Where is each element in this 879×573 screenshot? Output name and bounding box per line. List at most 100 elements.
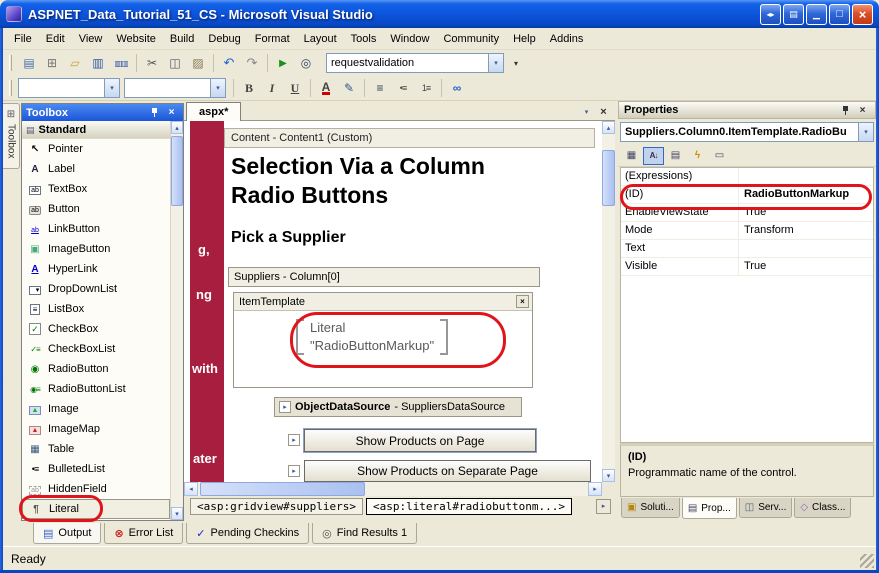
scroll-left-icon[interactable]	[184, 482, 198, 496]
tab-class-view[interactable]: Class...	[794, 498, 851, 518]
resize-grip[interactable]	[860, 554, 874, 568]
combo-dropdown-icon[interactable]	[488, 54, 503, 72]
combo-dropdown-icon[interactable]	[210, 79, 225, 97]
design-surface[interactable]: g, ng with ater Content - Content1 (Cust…	[184, 121, 602, 482]
close-icon[interactable]	[852, 4, 873, 25]
window-nav-icon[interactable]	[760, 4, 781, 25]
numbered-list-icon[interactable]	[415, 77, 437, 99]
tab-server-explorer[interactable]: Serv...	[739, 498, 793, 518]
gridview-column-header[interactable]: Suppliers - Column[0]	[228, 267, 540, 287]
menu-website[interactable]: Website	[109, 30, 163, 48]
scrollbar-thumb[interactable]	[200, 482, 365, 496]
toolbox-item-linkbutton[interactable]: LinkButton	[22, 219, 170, 239]
undo-icon[interactable]	[218, 52, 240, 74]
toolbox-scrollbar[interactable]	[170, 121, 183, 520]
scroll-right-icon[interactable]	[588, 482, 602, 496]
tab-solution-explorer[interactable]: Soluti...	[621, 498, 680, 518]
close-icon[interactable]	[855, 104, 870, 117]
redo-icon[interactable]	[241, 52, 263, 74]
itemtemplate-header[interactable]: ItemTemplate	[234, 293, 532, 311]
object-selector-combo[interactable]: Suppliers.Column0.ItemTemplate.RadioBu	[620, 122, 874, 142]
toolbox-item-table[interactable]: Table	[22, 439, 170, 459]
target-schema-combo[interactable]	[18, 78, 120, 98]
paste-icon[interactable]	[187, 52, 209, 74]
design-horizontal-scrollbar[interactable]	[184, 482, 602, 496]
objectdatasource-control[interactable]: ObjectDataSource - SuppliersDataSource	[274, 397, 522, 417]
menu-window[interactable]: Window	[383, 30, 436, 48]
properties-view-icon[interactable]	[665, 147, 686, 165]
scroll-up-icon[interactable]	[171, 121, 183, 134]
toolbox-item-literal[interactable]: Literal	[22, 499, 170, 519]
close-icon[interactable]	[164, 106, 179, 119]
scrollbar-thumb[interactable]	[171, 136, 183, 206]
property-row-mode[interactable]: Mode Transform	[621, 222, 873, 240]
font-color-icon[interactable]	[315, 77, 337, 99]
toolbox-item-image[interactable]: Image	[22, 399, 170, 419]
scroll-down-icon[interactable]	[171, 507, 183, 520]
toolbox-item-hyperlink[interactable]: HyperLink	[22, 259, 170, 279]
pin-icon[interactable]	[147, 106, 162, 119]
toolbox-item-radiobuttonlist[interactable]: RadioButtonList	[22, 379, 170, 399]
categorized-icon[interactable]	[621, 147, 642, 165]
save-all-icon[interactable]	[110, 52, 132, 74]
tab-pending-checkins[interactable]: Pending Checkins	[186, 523, 309, 544]
toolbox-item-pointer[interactable]: Pointer	[22, 139, 170, 159]
scroll-up-icon[interactable]	[602, 121, 615, 134]
find-icon[interactable]	[295, 52, 317, 74]
design-vertical-scrollbar[interactable]	[602, 121, 615, 482]
toolbox-item-button[interactable]: Button	[22, 199, 170, 219]
tag-gridview-suppliers[interactable]: <asp:gridview#suppliers>	[190, 498, 363, 515]
document-tab-aspx[interactable]: aspx*	[186, 102, 241, 121]
itemtemplate-editor[interactable]: ItemTemplate Literal "RadioButtonMarkup"	[233, 292, 533, 388]
scrollbar-track[interactable]	[602, 134, 615, 469]
highlight-icon[interactable]	[338, 77, 360, 99]
alignment-icon[interactable]	[369, 77, 391, 99]
events-icon[interactable]	[687, 147, 708, 165]
font-name-combo[interactable]	[124, 78, 226, 98]
tab-find-results-1[interactable]: Find Results 1	[312, 523, 417, 544]
menu-addins[interactable]: Addins	[543, 30, 591, 48]
tag-overflow-icon[interactable]	[596, 499, 611, 514]
combo-dropdown-icon[interactable]	[104, 79, 119, 97]
toolbox-item-imagemap[interactable]: ImageMap	[22, 419, 170, 439]
new-project-icon[interactable]	[18, 52, 40, 74]
literal-control[interactable]: Literal "RadioButtonMarkup"	[296, 319, 448, 355]
copy-icon[interactable]	[164, 52, 186, 74]
combo-dropdown-icon[interactable]	[858, 123, 873, 141]
menu-file[interactable]: File	[7, 30, 39, 48]
pin-icon[interactable]	[838, 104, 853, 117]
menu-debug[interactable]: Debug	[201, 30, 247, 48]
properties-header[interactable]: Properties	[618, 101, 876, 119]
scroll-down-icon[interactable]	[602, 469, 615, 482]
toolbox-item-bulletedlist[interactable]: BulletedList	[22, 459, 170, 479]
toolbox-item-hiddenfield[interactable]: HiddenField	[22, 479, 170, 499]
close-document-icon[interactable]	[596, 104, 611, 119]
bulleted-list-icon[interactable]	[392, 77, 414, 99]
scrollbar-track[interactable]	[171, 134, 183, 507]
property-row-enableviewstate[interactable]: EnableViewState True	[621, 204, 873, 222]
menu-build[interactable]: Build	[163, 30, 201, 48]
toolbar-options-icon[interactable]	[505, 52, 527, 74]
italic-icon[interactable]	[261, 77, 283, 99]
title-bar[interactable]: ASPNET_Data_Tutorial_51_CS - Microsoft V…	[0, 0, 879, 28]
bold-icon[interactable]	[238, 77, 260, 99]
search-combo[interactable]: requestvalidation	[326, 53, 504, 73]
underline-icon[interactable]	[284, 77, 306, 99]
window-menu-icon[interactable]	[783, 4, 804, 25]
alphabetical-icon[interactable]	[643, 147, 664, 165]
tab-output[interactable]: Output	[33, 523, 101, 544]
toolbox-item-label[interactable]: Label	[22, 159, 170, 179]
menu-help[interactable]: Help	[506, 30, 543, 48]
tab-list-dropdown-icon[interactable]	[579, 104, 594, 119]
scrollbar-track[interactable]	[198, 482, 588, 496]
toolbox-section-standard[interactable]: Standard	[22, 121, 170, 139]
content-placeholder-header[interactable]: Content - Content1 (Custom)	[224, 128, 595, 148]
toolbox-header[interactable]: Toolbox	[22, 104, 183, 121]
property-row-id[interactable]: (ID) RadioButtonMarkup	[621, 186, 873, 204]
tab-error-list[interactable]: Error List	[104, 523, 183, 544]
template-close-icon[interactable]	[516, 295, 529, 308]
maximize-icon[interactable]	[829, 4, 850, 25]
toolbox-item-checkboxlist[interactable]: CheckBoxList	[22, 339, 170, 359]
add-item-icon[interactable]	[41, 52, 63, 74]
menu-edit[interactable]: Edit	[39, 30, 72, 48]
